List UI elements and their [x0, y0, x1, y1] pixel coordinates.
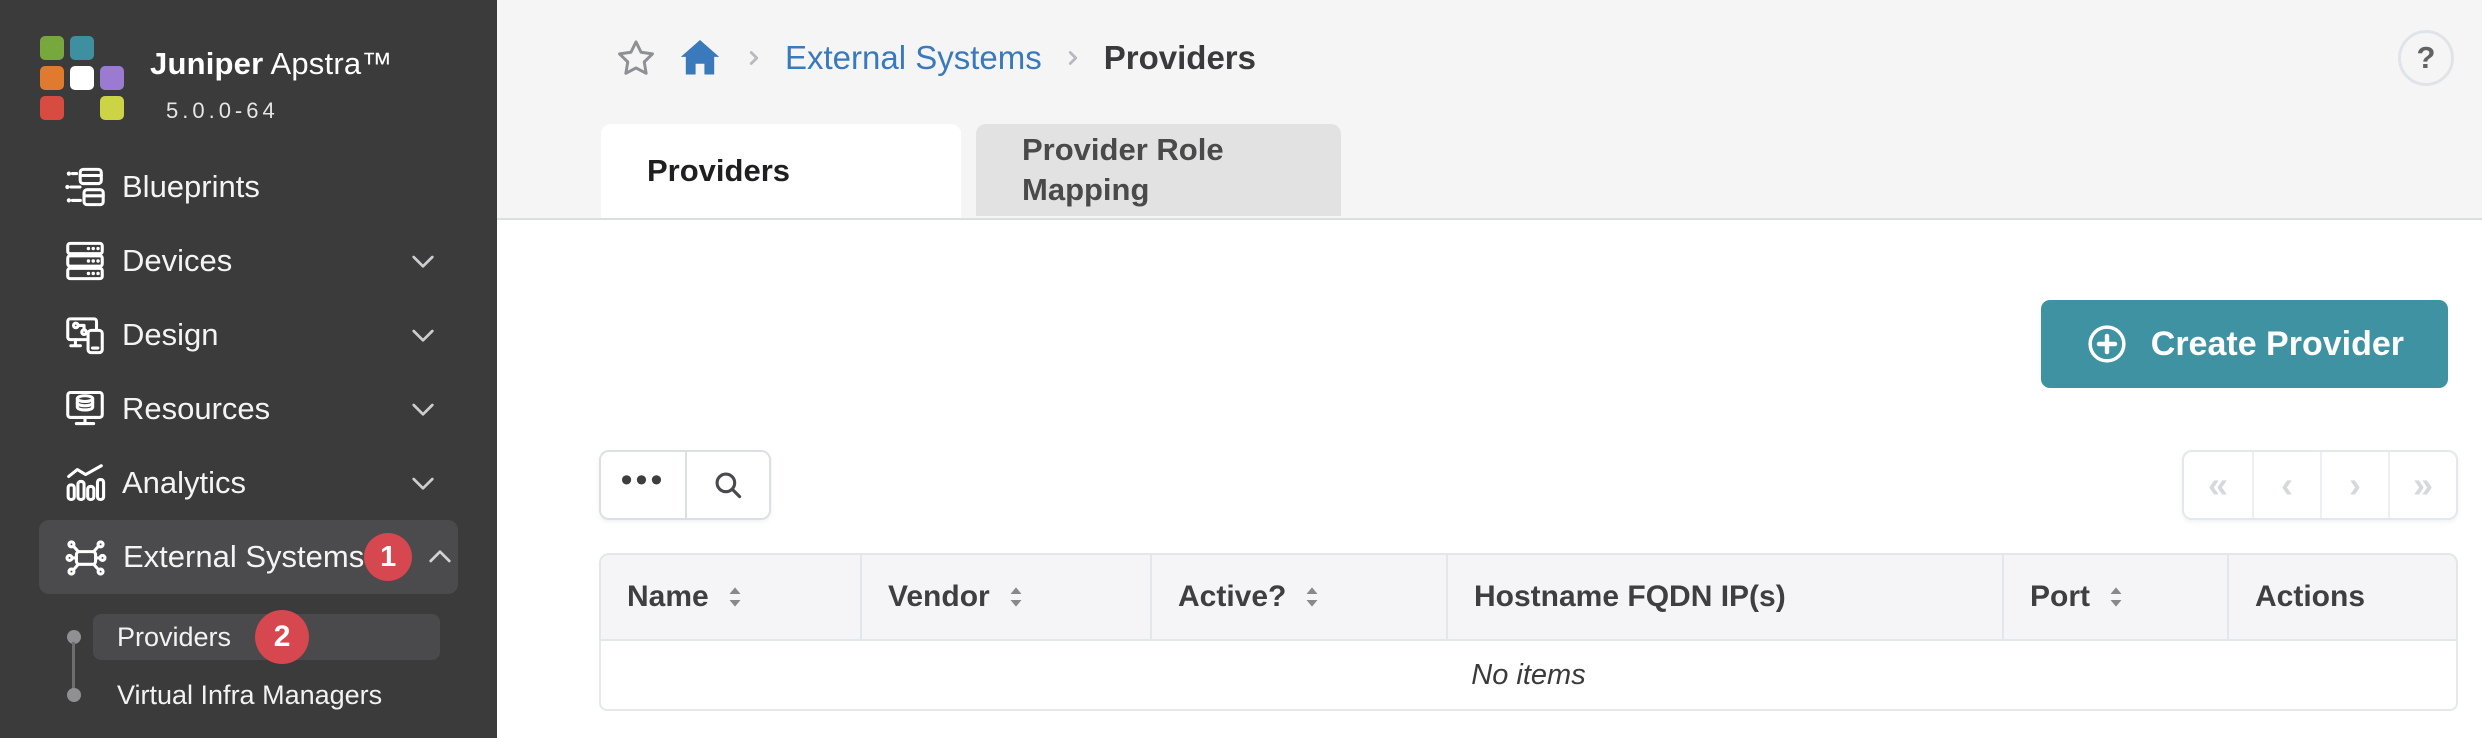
external-systems-icon	[63, 534, 109, 580]
sort-icon[interactable]	[723, 583, 747, 611]
table-toolbar: •••	[599, 450, 771, 520]
breadcrumb-separator-icon	[743, 44, 765, 72]
sidebar-item-label: Devices	[122, 243, 232, 279]
tab-bar: Providers Provider Role Mapping	[601, 124, 1341, 218]
app-title: Juniper Apstra™	[150, 46, 392, 82]
juniper-apstra-logo-icon	[40, 36, 124, 120]
sidebar-item-label: Blueprints	[122, 169, 260, 205]
breadcrumb-link-external-systems[interactable]: External Systems	[785, 39, 1042, 77]
column-header-vendor[interactable]: Vendor	[862, 555, 1152, 639]
resources-icon	[62, 386, 108, 432]
sidebar-item-label: Analytics	[122, 465, 246, 501]
design-icon	[62, 312, 108, 358]
column-label: Vendor	[888, 580, 990, 614]
breadcrumb-separator-icon	[1062, 44, 1084, 72]
sidebar-item-label: External Systems	[123, 539, 364, 575]
table-header-row: Name Vendor Active?	[599, 553, 2458, 641]
sidebar-item-design[interactable]: Design	[0, 298, 497, 372]
column-header-active[interactable]: Active?	[1152, 555, 1448, 639]
search-icon	[711, 468, 745, 502]
column-header-actions: Actions	[2229, 555, 2456, 639]
chevron-down-icon	[407, 245, 439, 277]
tab-label: Providers	[647, 153, 790, 189]
help-question-icon: ?	[2417, 40, 2436, 76]
app-title-rest: Apstra™	[270, 46, 392, 81]
brand-text: Juniper Apstra™ 5.0.0-64	[150, 32, 392, 124]
column-label: Active?	[1178, 580, 1286, 614]
pagination: « ‹ › »	[2182, 450, 2458, 520]
previous-page-button[interactable]: ‹	[2252, 452, 2320, 518]
double-chevron-right-icon: »	[2413, 464, 2433, 506]
devices-icon	[62, 238, 108, 284]
create-provider-button[interactable]: Create Provider	[2041, 300, 2448, 388]
sort-icon[interactable]	[2104, 583, 2128, 611]
analytics-icon	[62, 460, 108, 506]
column-label: Hostname FQDN IP(s)	[1474, 580, 1786, 614]
sidebar-subitem-label: Virtual Infra Managers	[117, 680, 382, 711]
column-header-port[interactable]: Port	[2004, 555, 2229, 639]
sidebar-nav: Blueprints Devices	[0, 150, 497, 718]
column-label: Actions	[2255, 580, 2365, 614]
brand[interactable]: Juniper Apstra™ 5.0.0-64	[40, 32, 392, 124]
column-header-name[interactable]: Name	[601, 555, 862, 639]
chevron-down-icon	[407, 393, 439, 425]
breadcrumb: External Systems Providers	[615, 34, 1256, 82]
favorite-star-icon[interactable]	[615, 37, 657, 79]
empty-state-text: No items	[1471, 659, 1585, 692]
blueprints-icon	[62, 164, 108, 210]
tab-provider-role-mapping[interactable]: Provider Role Mapping	[976, 124, 1341, 216]
chevron-down-icon	[407, 467, 439, 499]
app-root: Juniper Apstra™ 5.0.0-64	[0, 0, 2482, 738]
app-title-bold: Juniper	[150, 46, 263, 81]
step-badge-2: 2	[255, 610, 309, 664]
page-header: External Systems Providers ? Providers P…	[497, 0, 2482, 220]
double-chevron-left-icon: «	[2208, 464, 2228, 506]
providers-table: Name Vendor Active?	[599, 553, 2458, 711]
column-label: Port	[2030, 580, 2090, 614]
sidebar-item-label: Resources	[122, 391, 270, 427]
chevron-right-icon: ›	[2349, 464, 2361, 506]
create-provider-label: Create Provider	[2151, 325, 2404, 364]
sidebar-subitem-virtual-infra-managers[interactable]: Virtual Infra Managers	[93, 672, 440, 718]
sidebar-item-resources[interactable]: Resources	[0, 372, 497, 446]
ellipsis-icon: •••	[621, 480, 666, 490]
search-button[interactable]	[685, 452, 769, 518]
first-page-button[interactable]: «	[2184, 452, 2252, 518]
tab-providers[interactable]: Providers	[601, 124, 961, 218]
sidebar-item-devices[interactable]: Devices	[0, 224, 497, 298]
sidebar-item-label: Design	[122, 317, 219, 353]
sidebar-subitem-providers[interactable]: Providers 2	[93, 614, 440, 660]
app-version: 5.0.0-64	[166, 98, 392, 124]
sort-icon[interactable]	[1300, 583, 1324, 611]
sidebar-item-blueprints[interactable]: Blueprints	[0, 150, 497, 224]
subnav-rail	[67, 614, 81, 718]
sidebar-item-external-systems[interactable]: External Systems 1	[39, 520, 458, 594]
sidebar: Juniper Apstra™ 5.0.0-64	[0, 0, 497, 738]
more-actions-button[interactable]: •••	[601, 452, 685, 518]
chevron-down-icon	[407, 319, 439, 351]
column-header-hostname: Hostname FQDN IP(s)	[1448, 555, 2004, 639]
tab-content: Create Provider ••• « ‹ › »	[497, 220, 2482, 738]
breadcrumb-current-providers: Providers	[1104, 39, 1256, 77]
last-page-button[interactable]: »	[2388, 452, 2456, 518]
chevron-up-icon	[424, 541, 456, 573]
external-systems-subnav: Providers 2 Virtual Infra Managers	[0, 614, 497, 718]
help-button[interactable]: ?	[2398, 30, 2454, 86]
sidebar-subitem-label: Providers	[117, 622, 231, 653]
main-area: External Systems Providers ? Providers P…	[497, 0, 2482, 738]
step-badge-1: 1	[364, 533, 412, 581]
chevron-left-icon: ‹	[2281, 464, 2293, 506]
column-label: Name	[627, 580, 709, 614]
sort-icon[interactable]	[1004, 583, 1028, 611]
home-icon[interactable]	[677, 35, 723, 81]
table-empty-row: No items	[599, 641, 2458, 711]
next-page-button[interactable]: ›	[2320, 452, 2388, 518]
tab-label: Provider Role Mapping	[1022, 130, 1286, 209]
sidebar-item-analytics[interactable]: Analytics	[0, 446, 497, 520]
plus-circle-icon	[2085, 322, 2129, 366]
